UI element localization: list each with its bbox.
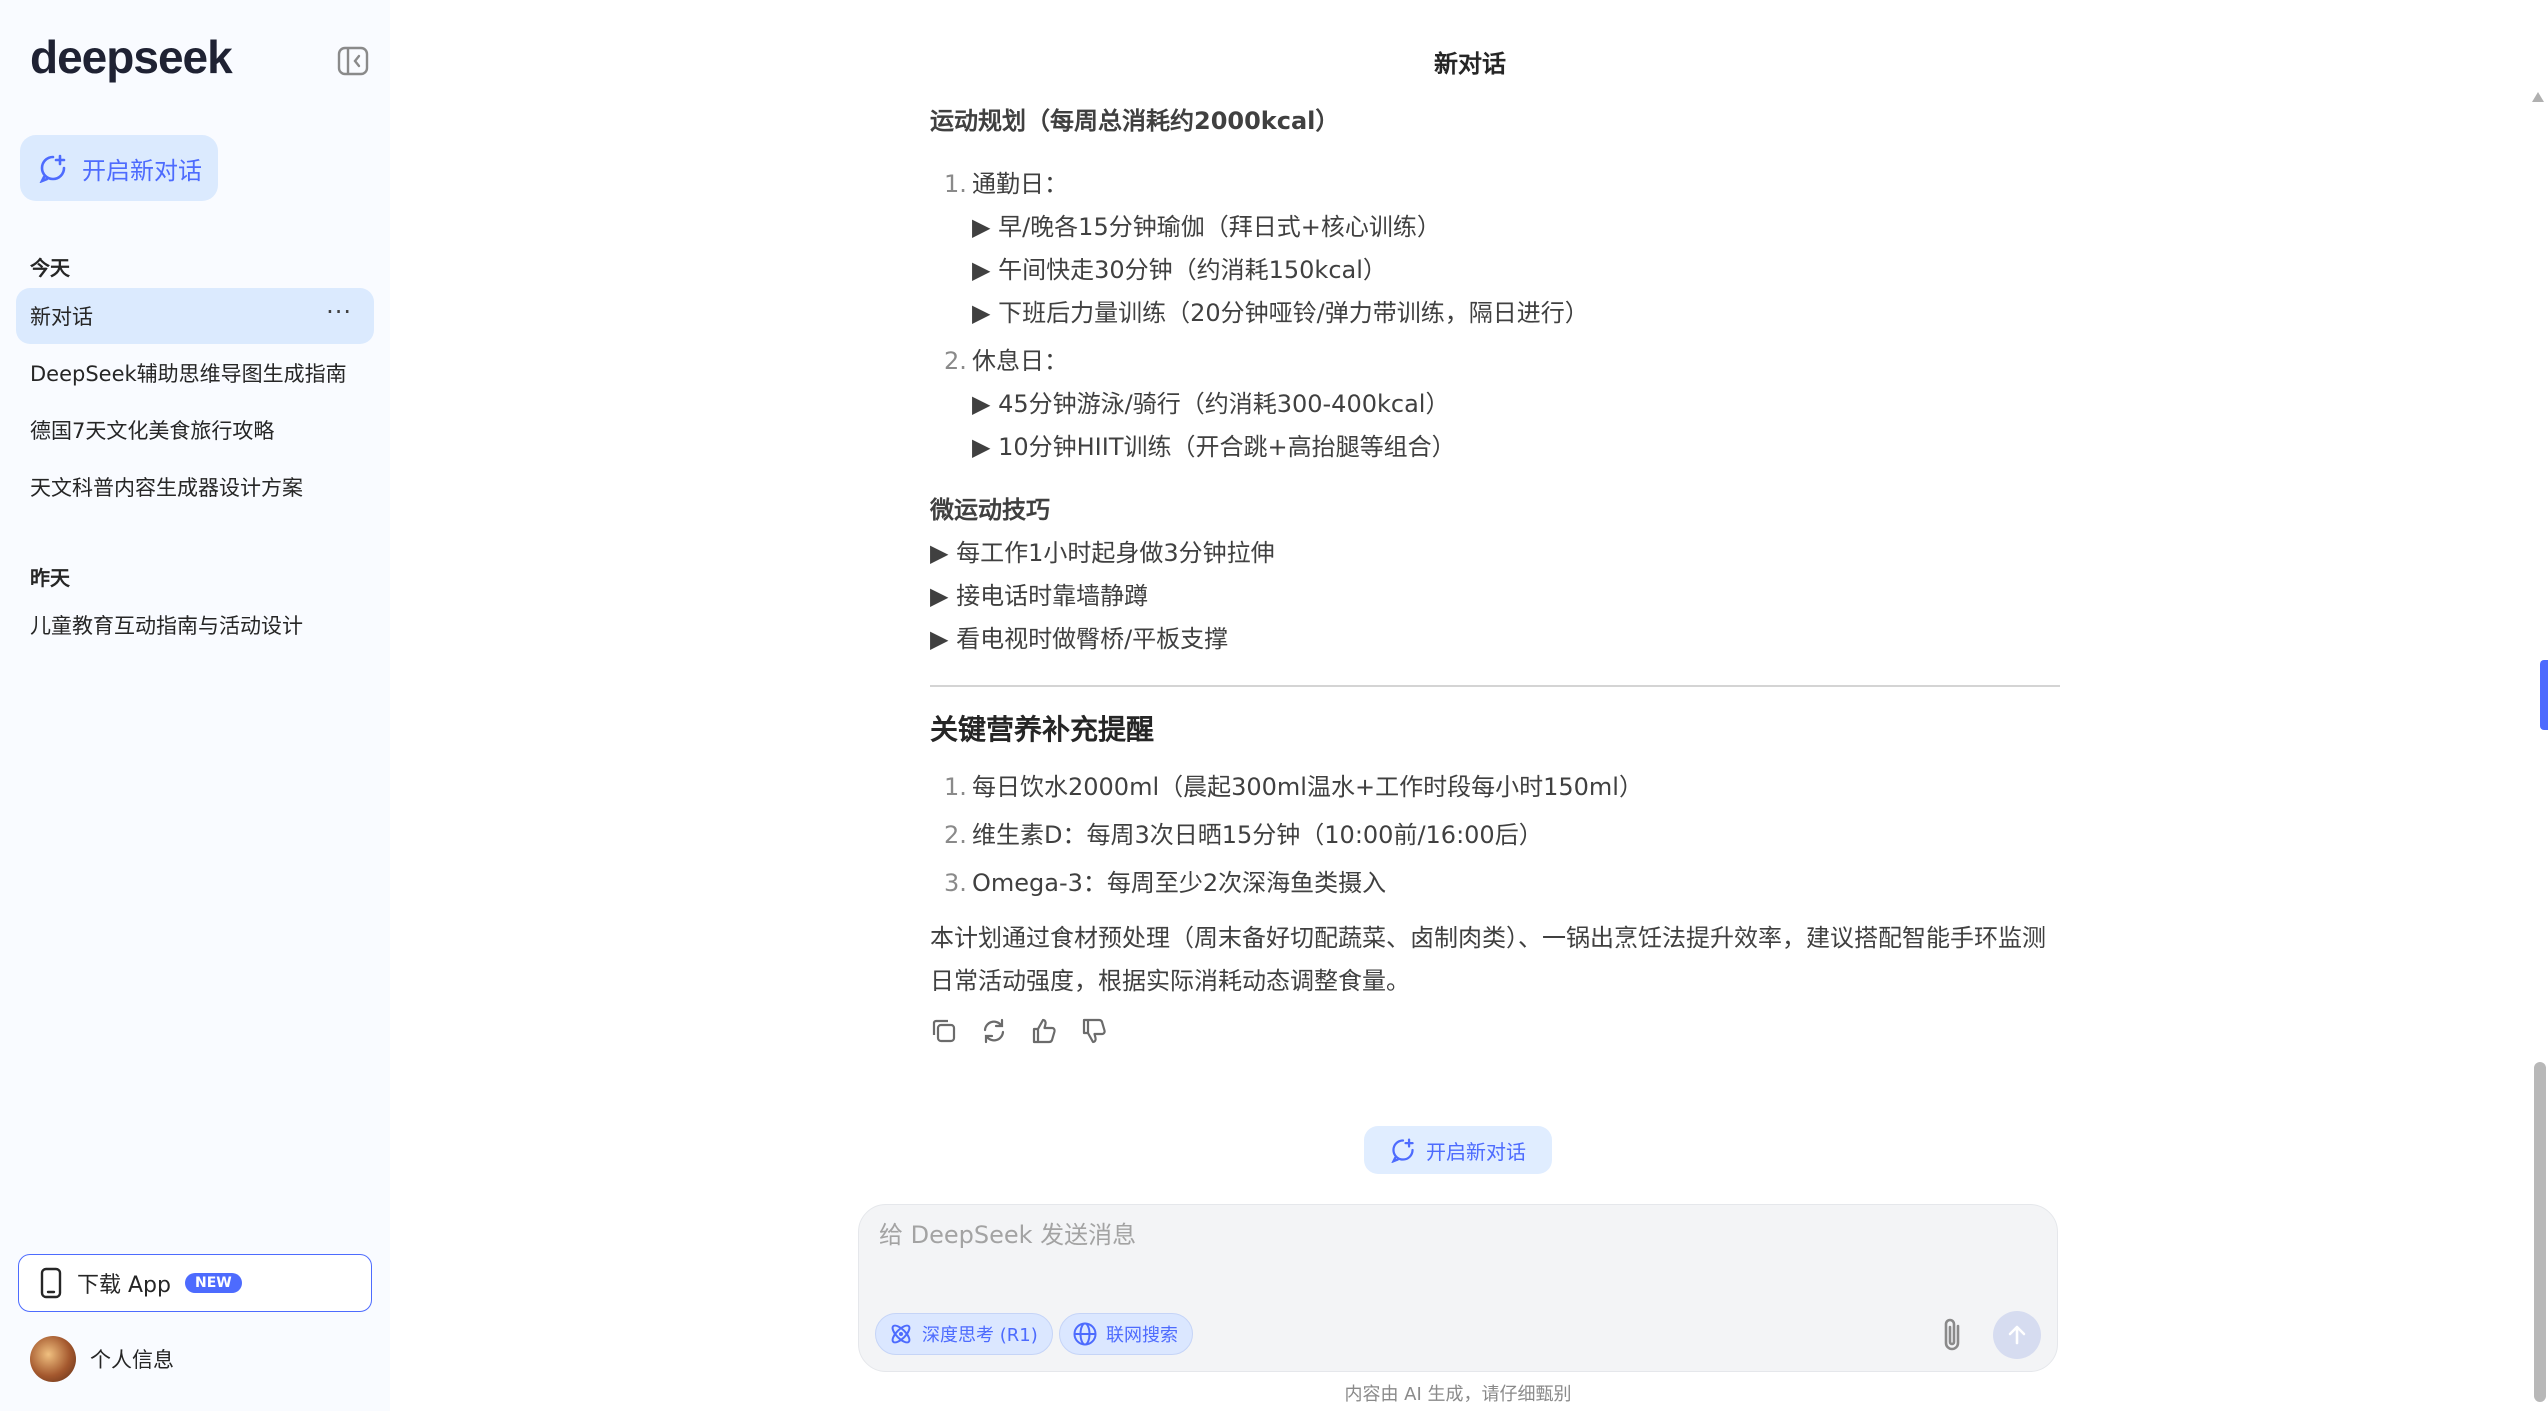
sidebar-collapse-icon	[337, 46, 369, 76]
list-item: 1. 通勤日：	[930, 163, 2060, 206]
micro-item: ▶ 接电话时靠墙静蹲	[930, 582, 1149, 610]
micro-item: ▶ 每工作1小时起身做3分钟拉伸	[930, 539, 1275, 567]
conversation-item-active[interactable]: 新对话 ···	[16, 288, 374, 344]
download-label: 下载 App	[77, 1273, 171, 1298]
conversation-item[interactable]: 德国7天文化美食旅行攻略	[16, 402, 374, 458]
web-search-label: 联网搜索	[1106, 1325, 1178, 1346]
paperclip-icon[interactable]	[1935, 1315, 1971, 1355]
divider	[930, 685, 2060, 687]
deep-think-toggle[interactable]: 深度思考 (R1)	[875, 1313, 1053, 1355]
avatar	[30, 1336, 76, 1382]
arrow-up-icon	[2008, 1325, 2026, 1345]
conversation-title: DeepSeek辅助思维导图生成指南	[30, 362, 347, 386]
list-label: 休息日：	[972, 347, 1068, 375]
list-item: 2. 休息日：	[930, 340, 2060, 383]
profile-label: 个人信息	[90, 1348, 174, 1372]
side-handle[interactable]	[2540, 660, 2548, 730]
sub-item: ▶ 下班后力量训练（20分钟哑铃/弹力带训练，隔日进行）	[972, 299, 1589, 327]
list-text: 每日饮水2000ml（晨起300ml温水+工作时段每小时150ml）	[972, 773, 1643, 801]
conversation-item[interactable]: 天文科普内容生成器设计方案	[16, 459, 374, 515]
list-item: 2. 维生素D：每周3次日晒15分钟（10:00前/16:00后）	[930, 811, 2060, 859]
conversation-title: 德国7天文化美食旅行攻略	[30, 419, 275, 443]
list-number: 1.	[944, 773, 967, 801]
scroll-up-arrow[interactable]	[2532, 92, 2544, 102]
message-actions	[930, 1017, 2060, 1045]
profile-button[interactable]: 个人信息	[30, 1336, 174, 1382]
summary-paragraph: 本计划通过食材预处理（周末备好切配蔬菜、卤制肉类）、一锅出烹饪法提升效率，建议搭…	[930, 924, 2046, 995]
conversation-title: 新对话	[30, 305, 93, 329]
new-chat-button[interactable]: 开启新对话	[20, 135, 218, 201]
message-input[interactable]	[879, 1221, 1979, 1249]
collapse-sidebar-button[interactable]	[336, 44, 370, 78]
scroll-thumb[interactable]	[2534, 1062, 2546, 1402]
logo[interactable]: deepseek	[30, 30, 233, 84]
message-composer: 深度思考 (R1) 联网搜索	[858, 1204, 2058, 1372]
page-title: 新对话	[1434, 50, 1506, 78]
list-number: 3.	[944, 869, 967, 897]
deep-think-label: 深度思考 (R1)	[922, 1325, 1038, 1346]
new-chat-icon	[39, 154, 66, 183]
sub-item: ▶ 45分钟游泳/骑行（约消耗300-400kcal）	[972, 390, 1450, 418]
section-label-today: 今天	[30, 256, 70, 280]
sub-item: ▶ 早/晚各15分钟瑜伽（拜日式+核心训练）	[972, 213, 1441, 241]
conversation-title: 儿童教育互动指南与活动设计	[30, 614, 303, 638]
conversation-item[interactable]: DeepSeek辅助思维导图生成指南	[16, 345, 374, 401]
list-number: 1.	[944, 170, 967, 198]
send-button[interactable]	[1993, 1311, 2041, 1359]
list-number: 2.	[944, 821, 967, 849]
sub-item: ▶ 10分钟HIIT训练（开合跳+高抬腿等组合）	[972, 433, 1456, 461]
copy-icon[interactable]	[930, 1017, 958, 1045]
nutrition-heading: 关键营养补充提醒	[930, 713, 1155, 746]
new-chat-pill-label: 开启新对话	[1426, 1139, 1526, 1164]
web-search-toggle[interactable]: 联网搜索	[1059, 1313, 1193, 1355]
new-chat-pill-button[interactable]: 开启新对话	[1364, 1126, 1552, 1174]
list-item: 3. Omega-3：每周至少2次深海鱼类摄入	[930, 859, 2060, 907]
list-text: Omega-3：每周至少2次深海鱼类摄入	[972, 869, 1387, 897]
disclaimer-text: 内容由 AI 生成，请仔细甄别	[1344, 1384, 1572, 1405]
thumbs-up-icon[interactable]	[1030, 1017, 1058, 1045]
regenerate-icon[interactable]	[980, 1017, 1008, 1045]
conversation-title: 天文科普内容生成器设计方案	[30, 476, 303, 500]
list-number: 2.	[944, 347, 967, 375]
section-label-yesterday: 昨天	[30, 566, 70, 590]
exercise-heading: 运动规划（每周总消耗约2000kcal）	[930, 107, 1340, 135]
new-chat-icon	[1391, 1138, 1414, 1163]
globe-icon	[1073, 1322, 1097, 1346]
list-label: 通勤日：	[972, 170, 1068, 198]
list-item: 1. 每日饮水2000ml（晨起300ml温水+工作时段每小时150ml）	[930, 763, 2060, 811]
download-app-button[interactable]: 下载 App NEW	[18, 1254, 372, 1312]
micro-item: ▶ 看电视时做臀桥/平板支撑	[930, 625, 1229, 653]
phone-icon	[40, 1267, 62, 1299]
sidebar: deepseek 开启新对话 今天 新对话 ··· DeepSeek辅助思维导图…	[0, 0, 390, 1411]
conversation-item[interactable]: 儿童教育互动指南与活动设计	[16, 597, 374, 653]
more-options-icon[interactable]: ···	[326, 298, 352, 326]
atom-icon	[891, 1324, 911, 1344]
list-text: 维生素D：每周3次日晒15分钟（10:00前/16:00后）	[972, 821, 1543, 849]
new-badge: NEW	[184, 1273, 242, 1293]
sub-item: ▶ 午间快走30分钟（约消耗150kcal）	[972, 256, 1387, 284]
chat-message: 运动规划（每周总消耗约2000kcal） 1. 通勤日： ▶ 早/晚各15分钟瑜伽…	[930, 100, 2060, 1045]
micro-heading: 微运动技巧	[930, 496, 1050, 524]
new-chat-label: 开启新对话	[82, 156, 202, 185]
thumbs-down-icon[interactable]	[1080, 1017, 1108, 1045]
